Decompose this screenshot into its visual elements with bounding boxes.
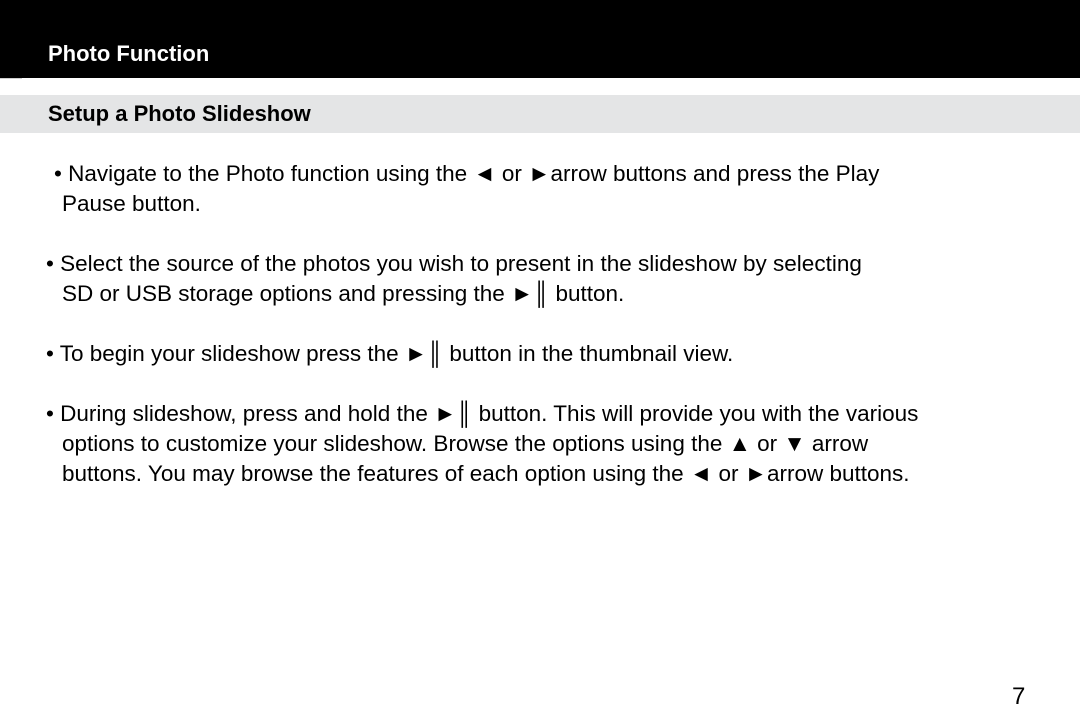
instruction-line: • To begin your slideshow press the ►║ b…: [46, 341, 734, 366]
instruction-line: • Select the source of the photos you wi…: [46, 251, 862, 276]
instruction-line: SD or USB storage options and pressing t…: [62, 281, 625, 306]
page-number: 7: [1012, 683, 1026, 710]
instruction-item-begin-slideshow: • To begin your slideshow press the ►║ b…: [46, 339, 733, 369]
chapter-title: Photo Function: [48, 41, 210, 66]
header-divider: [0, 78, 22, 79]
section-title: Setup a Photo Slideshow: [48, 101, 311, 126]
instruction-item-slideshow-options: • During slideshow, press and hold the ►…: [46, 399, 918, 489]
instruction-line: buttons. You may browse the features of …: [62, 461, 910, 486]
instruction-line: • Navigate to the Photo function using t…: [54, 161, 880, 186]
instruction-line: options to customize your slideshow. Bro…: [62, 431, 869, 456]
instruction-item-navigate: • Navigate to the Photo function using t…: [54, 159, 879, 219]
manual-page: Photo Function Setup a Photo Slideshow •…: [0, 0, 1080, 720]
instruction-line: • During slideshow, press and hold the ►…: [46, 401, 919, 426]
instruction-item-select-source: • Select the source of the photos you wi…: [46, 249, 862, 309]
instruction-line: Pause button.: [62, 191, 201, 216]
